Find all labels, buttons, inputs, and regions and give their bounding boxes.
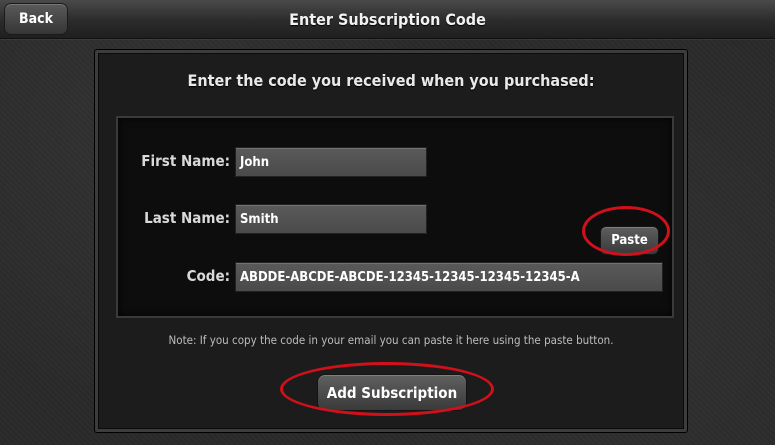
last-name-label: Last Name: [144, 209, 230, 227]
first-name-field[interactable]: John [235, 147, 427, 177]
paste-note: Note: If you copy the code in your email… [168, 333, 614, 347]
code-field[interactable]: ABDDE-ABCDE-ABCDE-12345-12345-12345-1234… [235, 262, 663, 292]
top-bar: Back Enter Subscription Code [0, 0, 775, 39]
code-label: Code: [186, 267, 230, 285]
instructions-heading: Enter the code you received when you pur… [187, 71, 595, 90]
subscription-panel: Enter the code you received when you pur… [95, 50, 687, 432]
page-title: Enter Subscription Code [289, 9, 486, 29]
paste-button[interactable]: Paste [600, 226, 659, 255]
add-subscription-button[interactable]: Add Subscription [317, 374, 467, 411]
last-name-field[interactable]: Smith [235, 204, 427, 234]
form-box: First Name: John Last Name: Smith Paste … [116, 116, 674, 318]
first-name-label: First Name: [141, 152, 230, 170]
